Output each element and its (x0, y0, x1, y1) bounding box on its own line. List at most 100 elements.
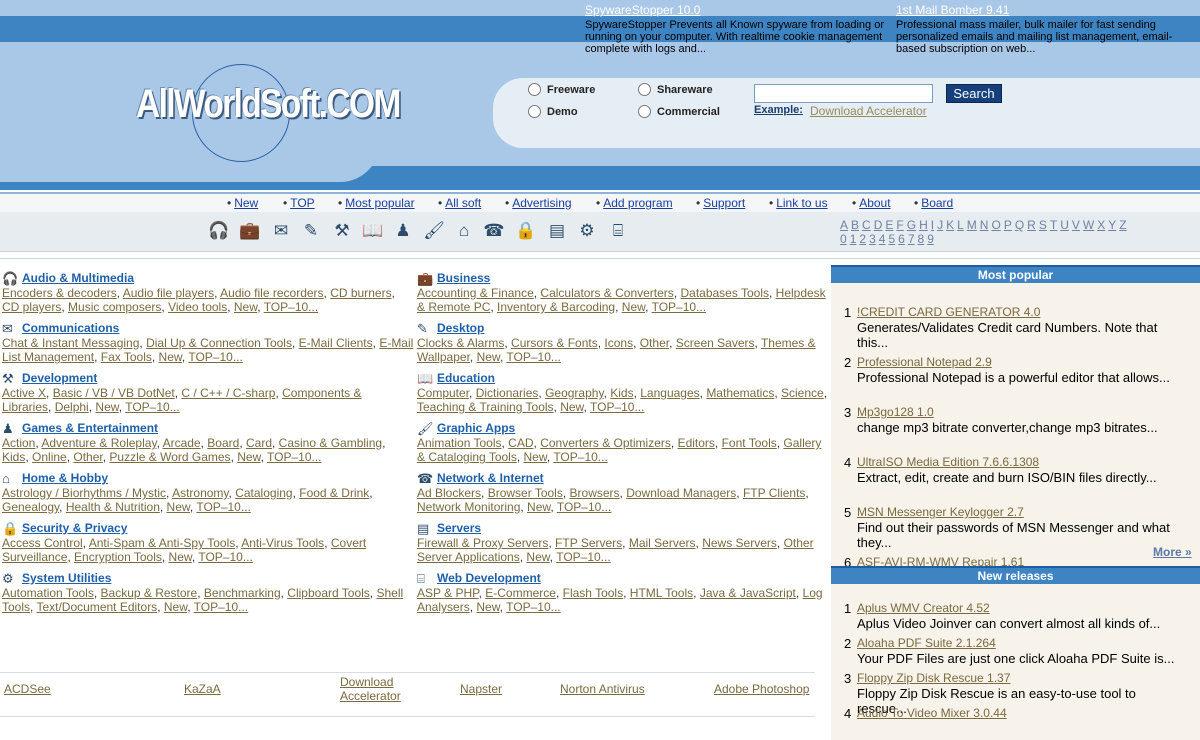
alphabet-link-1[interactable]: 1 (850, 232, 857, 246)
subcategory-link[interactable]: Arcade (163, 436, 201, 450)
subcategory-link[interactable]: Backup & Restore (101, 586, 198, 600)
subcategory-link[interactable]: TOP–10... (556, 550, 610, 564)
subcategory-link[interactable]: Board (207, 436, 239, 450)
subcategory-link[interactable]: New (524, 450, 547, 464)
nav-link[interactable]: About (859, 196, 890, 210)
subcategory-link[interactable]: Fax Tools (101, 350, 152, 364)
subcategory-link[interactable]: Adventure & Roleplay (41, 436, 156, 450)
subcategory-link[interactable]: New (237, 450, 260, 464)
subcategory-link[interactable]: Computer (417, 386, 469, 400)
subcategory-link[interactable]: Benchmarking (204, 586, 281, 600)
search-button[interactable]: Search (946, 84, 1002, 103)
more-link[interactable]: More » (1153, 545, 1192, 559)
subcategory-link[interactable]: TOP–10... (267, 450, 321, 464)
subcategory-link[interactable]: TOP–10... (125, 400, 179, 414)
alphabet-link-n[interactable]: N (980, 218, 989, 232)
alphabet-link-v[interactable]: V (1072, 218, 1080, 232)
alphabet-link-5[interactable]: 5 (888, 232, 895, 246)
item-title-link[interactable]: !CREDIT CARD GENERATOR 4.0 (857, 305, 1040, 320)
nav-most-popular[interactable]: • Most popular (338, 196, 415, 210)
nav-link[interactable]: Board (921, 196, 953, 210)
subcategory-link[interactable]: Chat & Instant Messaging (2, 336, 139, 350)
alphabet-link-t[interactable]: T (1050, 218, 1057, 232)
education-icon[interactable]: 📖 (361, 219, 385, 243)
nav-link[interactable]: Add program (603, 196, 672, 210)
subcategory-link[interactable]: Teaching & Training Tools (417, 400, 554, 414)
subcategory-link[interactable]: News Servers (702, 536, 777, 550)
subcategory-link[interactable]: Audio file players (123, 286, 214, 300)
alphabet-link-s[interactable]: S (1039, 218, 1047, 232)
site-logo[interactable]: AllWorldSoft.COM (136, 60, 401, 170)
subcategory-link[interactable]: ASP & PHP (417, 586, 479, 600)
category-link[interactable]: Audio & Multimedia (22, 271, 134, 285)
subcategory-link[interactable]: Browsers (570, 486, 620, 500)
subcategory-link[interactable]: Anti-Spam & Anti-Spy Tools (89, 536, 236, 550)
category-link[interactable]: Games & Entertainment (22, 421, 158, 435)
alphabet-link-q[interactable]: Q (1015, 218, 1024, 232)
subcategory-link[interactable]: New (527, 500, 550, 514)
subcategory-link[interactable]: Geography (545, 386, 603, 400)
alphabet-link-k[interactable]: K (946, 218, 954, 232)
category-link[interactable]: Servers (437, 521, 481, 535)
category-link[interactable]: Web Development (437, 571, 541, 585)
category-link[interactable]: Business (437, 271, 490, 285)
subcategory-link[interactable]: New (164, 600, 187, 614)
nav-support[interactable]: • Support (696, 196, 745, 210)
alphabet-link-l[interactable]: L (957, 218, 964, 232)
alphabet-link-u[interactable]: U (1060, 218, 1069, 232)
subcategory-link[interactable]: Genealogy (2, 500, 59, 514)
alphabet-link-9[interactable]: 9 (927, 232, 934, 246)
subcategory-link[interactable]: Kids (610, 386, 633, 400)
alphabet-link-8[interactable]: 8 (918, 232, 925, 246)
subcategory-link[interactable]: New (167, 500, 190, 514)
radio-icon[interactable] (528, 83, 541, 96)
bottom-link[interactable]: Adobe Photoshop (714, 682, 809, 696)
subcategory-link[interactable]: HTML Tools (630, 586, 693, 600)
subcategory-link[interactable]: Audio file recorders (220, 286, 323, 300)
alphabet-link-2[interactable]: 2 (859, 232, 866, 246)
subcategory-link[interactable]: Java & JavaScript (700, 586, 796, 600)
alphabet-link-h[interactable]: H (919, 218, 928, 232)
servers-icon[interactable]: ▤ (545, 219, 569, 243)
subcategory-link[interactable]: New (560, 400, 583, 414)
subcategory-link[interactable]: Animation Tools (417, 436, 502, 450)
category-link[interactable]: Network & Internet (437, 471, 544, 485)
alphabet-link-i[interactable]: I (931, 218, 934, 232)
business-icon[interactable]: 💼 (238, 219, 262, 243)
alphabet-link-3[interactable]: 3 (869, 232, 876, 246)
subcategory-link[interactable]: Inventory & Barcoding (497, 300, 615, 314)
category-link[interactable]: Home & Hobby (22, 471, 108, 485)
alphabet-link-y[interactable]: Y (1108, 218, 1116, 232)
alphabet-link-z[interactable]: Z (1119, 218, 1126, 232)
category-link[interactable]: Education (437, 371, 495, 385)
radio-shareware[interactable]: Shareware (638, 83, 713, 96)
subcategory-link[interactable]: TOP–10... (196, 500, 250, 514)
item-title-link[interactable]: Mp3go128 1.0 (857, 405, 934, 420)
alphabet-link-m[interactable]: M (967, 218, 977, 232)
subcategory-link[interactable]: Converters & Optimizers (540, 436, 671, 450)
alphabet-link-e[interactable]: E (885, 218, 893, 232)
example-link[interactable]: Download Accelerator (810, 104, 927, 118)
subcategory-link[interactable]: Video tools (168, 300, 227, 314)
subcategory-link[interactable]: Ad Blockers (417, 486, 481, 500)
alphabet-link-o[interactable]: O (991, 218, 1000, 232)
alphabet-link-j[interactable]: J (937, 218, 943, 232)
category-link[interactable]: Security & Privacy (22, 521, 127, 535)
subcategory-link[interactable]: Automation Tools (2, 586, 94, 600)
subcategory-link[interactable]: Calculators & Converters (540, 286, 673, 300)
subcategory-link[interactable]: TOP–10... (188, 350, 242, 364)
alphabet-link-c[interactable]: C (862, 218, 871, 232)
subcategory-link[interactable]: Screen Savers (676, 336, 755, 350)
nav-link[interactable]: Most popular (345, 196, 414, 210)
subcategory-link[interactable]: Dial Up & Connection Tools (146, 336, 292, 350)
category-link[interactable]: Development (22, 371, 97, 385)
subcategory-link[interactable]: Anti-Virus Tools (241, 536, 324, 550)
home-icon[interactable]: ⌂ (452, 219, 476, 243)
bottom-link[interactable]: Download Accelerator (340, 675, 410, 703)
alphabet-link-b[interactable]: B (851, 218, 859, 232)
subcategory-link[interactable]: Online (32, 450, 67, 464)
subcategory-link[interactable]: TOP–10... (553, 450, 607, 464)
subcategory-link[interactable]: Clocks & Alarms (417, 336, 504, 350)
nav-top[interactable]: • TOP (283, 196, 315, 210)
subcategory-link[interactable]: Icons (604, 336, 633, 350)
